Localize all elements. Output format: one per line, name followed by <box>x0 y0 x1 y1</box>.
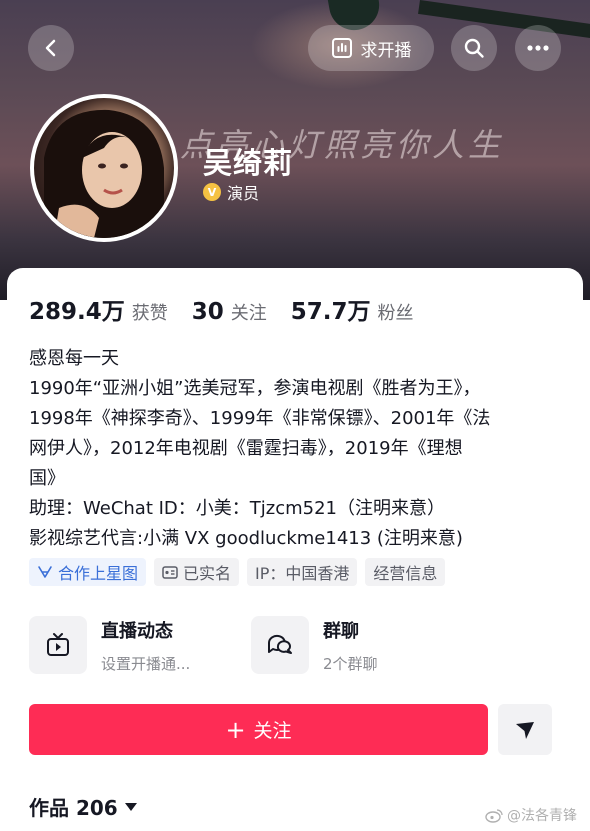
ip-label: IP：中国香港 <box>255 564 350 583</box>
following-label[interactable]: 关注 <box>231 299 267 325</box>
bio-line: 感恩每一天 <box>29 348 119 369</box>
real-name-label: 已实名 <box>183 564 232 583</box>
live-feed-title: 直播动态 <box>101 620 173 642</box>
more-button[interactable] <box>515 25 561 71</box>
following-count[interactable]: 30 <box>192 299 224 325</box>
watermark-text: @法各青锋 <box>507 808 577 824</box>
works-label: 作品 206 <box>29 796 118 820</box>
caret-down-icon <box>124 802 137 811</box>
group-chat-entry[interactable]: 群聊 2个群聊 <box>251 616 378 674</box>
live-feed-icon-box <box>29 616 87 674</box>
request-live-button[interactable]: 求开播 <box>308 25 434 71</box>
avatar-portrait <box>44 109 164 238</box>
group-chat-icon-box <box>251 616 309 674</box>
live-feed-entry[interactable]: 直播动态 设置开播通... <box>29 616 190 674</box>
bio-line: 国》 <box>29 468 65 489</box>
bio-line: 助理：WeChat ID：小美：Tjzcm521（注明来意） <box>29 498 446 519</box>
ip-tag: IP：中国香港 <box>247 558 358 586</box>
likes-label: 获赞 <box>131 303 168 324</box>
profile-name: 吴绮莉 <box>203 146 294 180</box>
tv-icon <box>47 633 69 656</box>
banner-streak <box>418 0 590 39</box>
bio-line: 影视综艺代言:小满 VX goodluckme1413 (注明来意) <box>29 528 463 549</box>
bio: 感恩每一天 1990年“亚洲小姐”选美冠军，参演电视剧《胜者为王》， 1998年… <box>29 344 569 554</box>
star-map-label: 合作上星图 <box>58 564 139 583</box>
stats-row: 289.4万 获赞 30 关注 57.7万 粉丝 <box>29 292 438 326</box>
request-live-label: 求开播 <box>360 40 412 61</box>
works-tab[interactable]: 作品 206 <box>29 792 138 821</box>
bio-line: 网伊人》，2012年电视剧《雷霆扫毒》，2019年《理想 <box>29 438 463 459</box>
tag-row: 合作上星图 已实名 IP：中国香港 经营信息 <box>29 558 446 586</box>
plus-icon: + <box>225 715 246 744</box>
verified-badge-icon: V <box>203 183 221 201</box>
real-name-tag[interactable]: 已实名 <box>154 558 240 586</box>
bio-line: 1990年“亚洲小姐”选美冠军，参演电视剧《胜者为王》， <box>29 378 481 399</box>
live-feed-subtitle: 设置开播通... <box>101 654 191 673</box>
follow-button[interactable]: + 关注 <box>29 704 488 755</box>
followers-label[interactable]: 粉丝 <box>378 299 414 325</box>
group-chat-subtitle: 2个群聊 <box>323 654 378 673</box>
business-info-label: 经营信息 <box>373 564 438 583</box>
likes-count: 289.4万 <box>29 299 125 325</box>
back-button[interactable] <box>28 25 74 71</box>
profile-card: 289.4万 获赞 30 关注 57.7万 粉丝 感恩每一天 1990年“亚洲小… <box>7 268 583 831</box>
live-bar-chart-icon <box>331 38 352 58</box>
share-button[interactable] <box>498 704 552 755</box>
bio-line: 1998年《神探李奇》、1999年《非常保镖》、2001年《法 <box>29 408 491 429</box>
verified-info: V 演员 <box>203 180 259 204</box>
star-map-icon <box>38 566 52 578</box>
send-arrow-icon <box>516 721 534 739</box>
id-card-icon <box>162 565 178 579</box>
chevron-left-icon <box>45 39 56 57</box>
weibo-logo-icon <box>485 808 503 823</box>
search-button[interactable] <box>451 25 497 71</box>
more-icon <box>527 45 549 51</box>
business-info-tag[interactable]: 经营信息 <box>365 558 446 586</box>
star-map-tag[interactable]: 合作上星图 <box>29 558 147 586</box>
watermark: @法各青锋 <box>485 805 577 825</box>
chat-bubbles-icon <box>267 634 292 654</box>
followers-count[interactable]: 57.7万 <box>291 292 371 326</box>
group-chat-title: 群聊 <box>323 620 359 642</box>
verified-title: 演员 <box>227 184 260 203</box>
avatar[interactable] <box>30 94 178 242</box>
follow-label: 关注 <box>253 720 292 742</box>
search-icon <box>464 38 484 58</box>
